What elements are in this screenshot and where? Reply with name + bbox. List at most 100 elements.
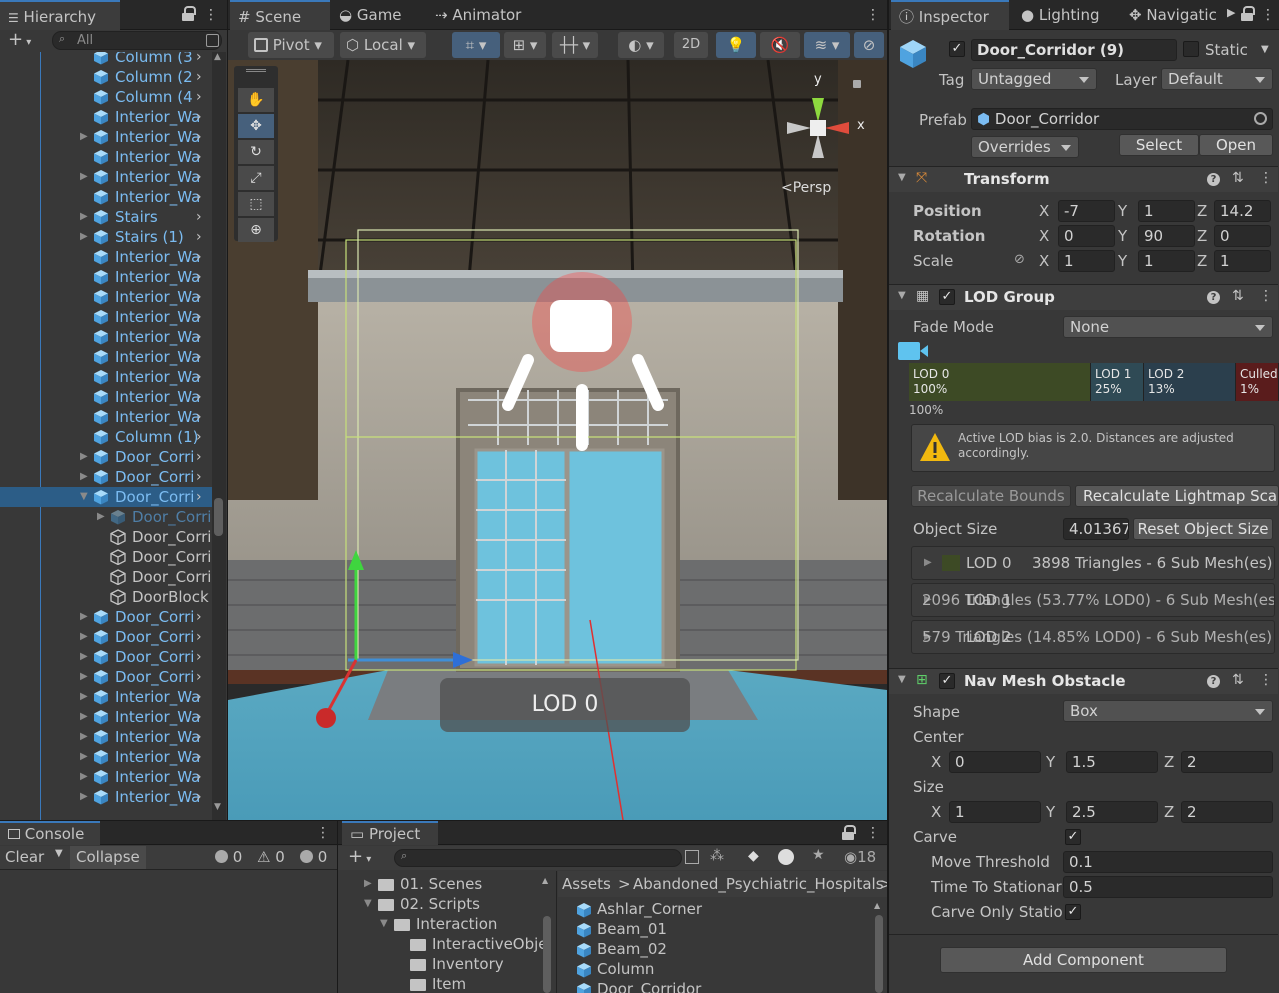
hierarchy-row[interactable]: Interior_Wa › [0, 387, 212, 407]
collapsed-arrow-icon[interactable]: ▶ [80, 687, 88, 707]
collapsed-arrow-icon[interactable]: ▶ [80, 727, 88, 747]
shape-dropdown[interactable]: Box [1063, 700, 1273, 722]
collapsed-arrow-icon[interactable]: ▶ [364, 874, 372, 894]
tab-scene[interactable]: # Scene [230, 0, 330, 30]
open-prefab-icon[interactable]: › [196, 607, 202, 627]
asset-scroll-up-icon[interactable]: ▲ [874, 901, 880, 910]
error-filter-icon[interactable] [778, 849, 794, 865]
open-prefab-icon[interactable]: › [196, 407, 202, 427]
lod-presets-icon[interactable]: ⇅ [1232, 288, 1244, 304]
expanded-arrow-icon[interactable]: ▼ [364, 894, 372, 914]
scroll-down-icon[interactable]: ▼ [214, 802, 221, 812]
collapsed-arrow-icon[interactable]: ▶ [80, 647, 88, 667]
scene-viewport[interactable]: ✋ ✥ ↻ ⤢ ⬚ ⊕ y x <Persp LOD 0 [228, 60, 887, 820]
lod-segment[interactable]: LOD 1 25% [1091, 363, 1144, 401]
center-z-field[interactable]: 2 [1181, 751, 1273, 773]
hierarchy-row[interactable]: ▶ Door_Corri › [0, 667, 212, 687]
error-count[interactable]: 0 [300, 848, 327, 866]
folder-tree-item[interactable]: Inventory [338, 954, 542, 974]
tab-lighting[interactable]: ● Lighting [1013, 0, 1108, 30]
type-filter-icon[interactable]: ⁂ [710, 848, 724, 864]
lod-menu-icon[interactable]: ⋮ [1259, 288, 1273, 304]
hierarchy-row[interactable]: ▶ Interior_Wa › [0, 127, 212, 147]
carve-checkbox[interactable]: ✓ [1065, 829, 1081, 845]
lod-entry[interactable]: ▶ LOD 2 579 Triangles (14.85% LOD0) - 6 Su… [911, 620, 1275, 654]
hierarchy-row[interactable]: ▶ Stairs (1) › [0, 227, 212, 247]
hierarchy-row[interactable]: ▶ Interior_Wa › [0, 747, 212, 767]
hierarchy-row[interactable]: ▶ Door_Corric [0, 507, 212, 527]
folder-tree-item[interactable]: ▶ 01. Scenes [338, 874, 542, 894]
hierarchy-row[interactable]: Interior_Wa › [0, 307, 212, 327]
tab-animator[interactable]: ⇢ Animator [427, 0, 529, 30]
collapsed-arrow-icon[interactable]: ▶ [80, 767, 88, 787]
hierarchy-row[interactable]: ▶ Stairs › [0, 207, 212, 227]
breadcrumb-more-icon[interactable]: > [880, 871, 887, 897]
rotation-y-field[interactable]: 90 [1138, 225, 1195, 247]
axis-y-label[interactable]: Y [1046, 753, 1055, 771]
collapsed-arrow-icon[interactable]: ▶ [80, 787, 88, 807]
rotation-z-field[interactable]: 0 [1214, 225, 1271, 247]
hierarchy-scrollbar[interactable]: ▲ ▼ [212, 52, 226, 820]
layer-dropdown[interactable]: Default [1161, 68, 1273, 90]
hidden-packages[interactable]: ◉18 [844, 848, 876, 866]
axis-x-label[interactable]: X [1039, 252, 1049, 270]
open-prefab-icon[interactable]: › [196, 487, 202, 507]
hierarchy-row[interactable]: ▶ Interior_Wa › [0, 707, 212, 727]
collapsed-arrow-icon[interactable]: ▶ [97, 507, 105, 527]
hierarchy-row[interactable]: Interior_Wa › [0, 367, 212, 387]
static-dropdown-icon[interactable]: ▼ [1261, 44, 1269, 55]
hierarchy-row[interactable]: Interior_Wa › [0, 187, 212, 207]
tree-scrollbar[interactable]: ▲ [542, 876, 552, 993]
open-prefab-icon[interactable]: › [196, 87, 202, 107]
create-button[interactable]: + ▾ [8, 30, 31, 53]
gizmo-lock-icon[interactable] [853, 80, 861, 88]
nav-mesh-obstacle-header[interactable]: ▼ ⊞ ✓ Nav Mesh Obstacle ? ⇅ ⋮ [889, 668, 1278, 694]
tab-overflow-icon[interactable]: ▶ [1227, 6, 1235, 19]
recalculate-bounds-button[interactable]: Recalculate Bounds [911, 485, 1071, 507]
object-picker-icon[interactable] [1254, 112, 1267, 125]
active-checkbox[interactable]: ✓ [949, 41, 965, 57]
lod-entry-arrow-icon[interactable]: ▶ [924, 547, 932, 579]
project-create-button[interactable]: + ▾ [348, 846, 371, 867]
hierarchy-row[interactable]: Column (4 › [0, 87, 212, 107]
axis-z-label[interactable]: Z [1197, 252, 1207, 270]
object-icon[interactable] [898, 38, 928, 70]
hierarchy-menu-icon[interactable]: ⋮ [204, 6, 218, 24]
move-threshold-field[interactable]: 0.1 [1063, 851, 1273, 873]
tab-inspector[interactable]: ⓘ Inspector [891, 0, 1009, 30]
breadcrumb-assets[interactable]: Assets [562, 871, 611, 897]
axis-z-label[interactable]: Z [1164, 753, 1174, 771]
hierarchy-row[interactable]: Interior_Wa › [0, 347, 212, 367]
open-prefab-icon[interactable]: › [196, 687, 202, 707]
label-filter-icon[interactable]: ◆ [748, 848, 759, 864]
nav-menu-icon[interactable]: ⋮ [1259, 672, 1273, 688]
hierarchy-row[interactable]: Door_Corri [0, 527, 212, 547]
help-icon[interactable]: ? [1207, 173, 1220, 186]
open-prefab-icon[interactable]: › [196, 427, 202, 447]
axis-y-label[interactable]: Y [1118, 252, 1127, 270]
folder-tree-item[interactable]: Item [338, 974, 542, 993]
hierarchy-row[interactable]: Interior_Wa › [0, 327, 212, 347]
audio-toggle[interactable]: 🔇 [760, 32, 800, 58]
hierarchy-row[interactable]: Door_Corri [0, 567, 212, 587]
project-divider[interactable] [556, 871, 557, 993]
open-prefab-icon[interactable]: › [196, 387, 202, 407]
folder-tree-item[interactable]: ▼ Interaction [338, 914, 542, 934]
open-prefab-icon[interactable]: › [196, 367, 202, 387]
scroll-thumb[interactable] [214, 498, 223, 536]
prefab-select-button[interactable]: Select [1119, 134, 1199, 156]
tree-scroll-thumb[interactable] [543, 916, 551, 993]
asset-item[interactable]: Beam_02 [576, 939, 667, 959]
hierarchy-row[interactable]: ▶ Interior_Wa › [0, 167, 212, 187]
lod-segment[interactable]: LOD 0 100% [909, 363, 1091, 401]
persp-label[interactable]: <Persp [781, 180, 831, 196]
warning-count[interactable]: ⚠ 0 [257, 848, 285, 866]
collapsed-arrow-icon[interactable]: ▶ [80, 627, 88, 647]
prefab-open-button[interactable]: Open [1199, 134, 1273, 156]
open-prefab-icon[interactable]: › [196, 767, 202, 787]
collapsed-arrow-icon[interactable]: ▶ [80, 607, 88, 627]
hierarchy-row[interactable]: ▶ Door_Corri › [0, 647, 212, 667]
shading-mode-dropdown[interactable]: ◐ ▾ [618, 32, 664, 58]
hierarchy-row[interactable]: ▶ Door_Corri › [0, 627, 212, 647]
collapsed-arrow-icon[interactable]: ▶ [80, 467, 88, 487]
